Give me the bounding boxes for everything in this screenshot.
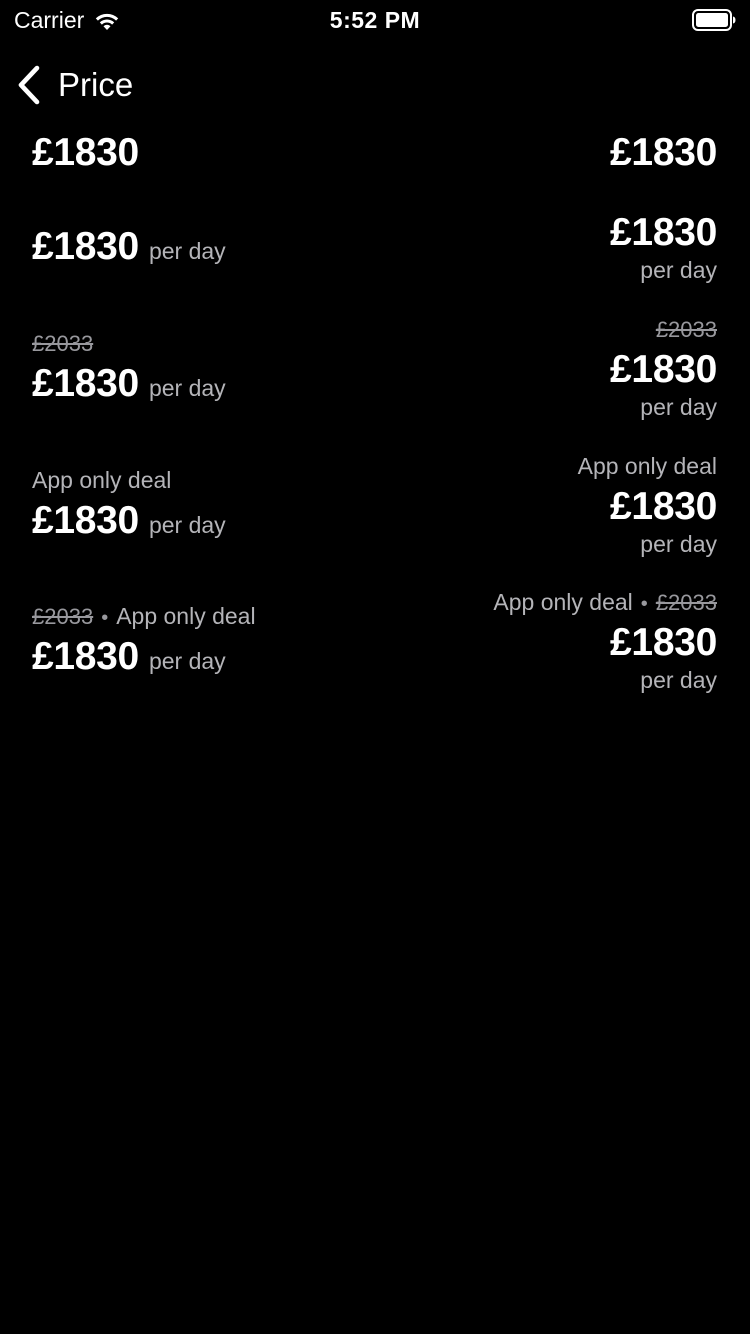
separator-dot: • — [640, 593, 648, 615]
price-value: £1830 — [32, 225, 139, 268]
status-bar: Carrier 5:52 PM — [0, 0, 750, 40]
price-unit: per day — [148, 648, 226, 674]
price-unit: per day — [640, 394, 717, 420]
price-cell-left-per-day: £1830 per day — [32, 224, 226, 270]
price-cell-left-basic: £1830 — [32, 130, 139, 176]
price-value: £1830 — [610, 621, 717, 664]
old-price: £2033 — [32, 604, 94, 629]
battery-full-icon — [692, 9, 736, 31]
price-value: £1830 — [32, 362, 139, 405]
promo-label: App only deal — [577, 453, 717, 479]
old-price: £2033 — [32, 331, 94, 356]
price-cell-right-per-day: £1830 per day — [610, 210, 717, 284]
price-unit: per day — [640, 257, 717, 283]
price-cell-right-app-deal: App only deal £1830 per day — [577, 452, 718, 558]
promo-label: App only deal — [493, 589, 633, 615]
promo-label: App only deal — [116, 603, 256, 629]
back-button-label: Price — [58, 66, 134, 103]
separator-dot: • — [101, 607, 109, 629]
price-cell-left-app-deal: App only deal £1830 per day — [32, 466, 226, 544]
price-unit: per day — [640, 531, 717, 557]
price-value: £1830 — [32, 499, 139, 542]
price-unit: per day — [148, 375, 226, 401]
back-button[interactable]: Price — [16, 60, 133, 110]
price-unit: per day — [148, 238, 226, 264]
price-cell-left-discount-app-deal: £2033 • App only deal £1830 per day — [32, 602, 256, 680]
price-value: £1830 — [610, 485, 717, 528]
price-unit: per day — [640, 667, 717, 693]
old-price: £2033 — [655, 317, 717, 342]
navigation-bar: Price — [0, 60, 750, 110]
promo-label: App only deal — [32, 467, 172, 493]
price-cell-right-discount-app-deal: App only deal • £2033 £1830 per day — [493, 588, 717, 694]
price-unit: per day — [148, 512, 226, 538]
old-price: £2033 — [655, 590, 717, 615]
price-value: £1830 — [610, 131, 717, 174]
price-value: £1830 — [610, 211, 717, 254]
status-time: 5:52 PM — [329, 7, 421, 33]
price-cell-right-discount: £2033 £1830 per day — [610, 316, 717, 421]
chevron-left-icon — [18, 65, 40, 105]
price-cell-right-basic: £1830 — [610, 130, 717, 176]
price-cell-left-discount: £2033 £1830 per day — [32, 330, 226, 407]
price-value: £1830 — [610, 348, 717, 391]
price-value: £1830 — [32, 635, 139, 678]
price-value: £1830 — [32, 131, 139, 174]
